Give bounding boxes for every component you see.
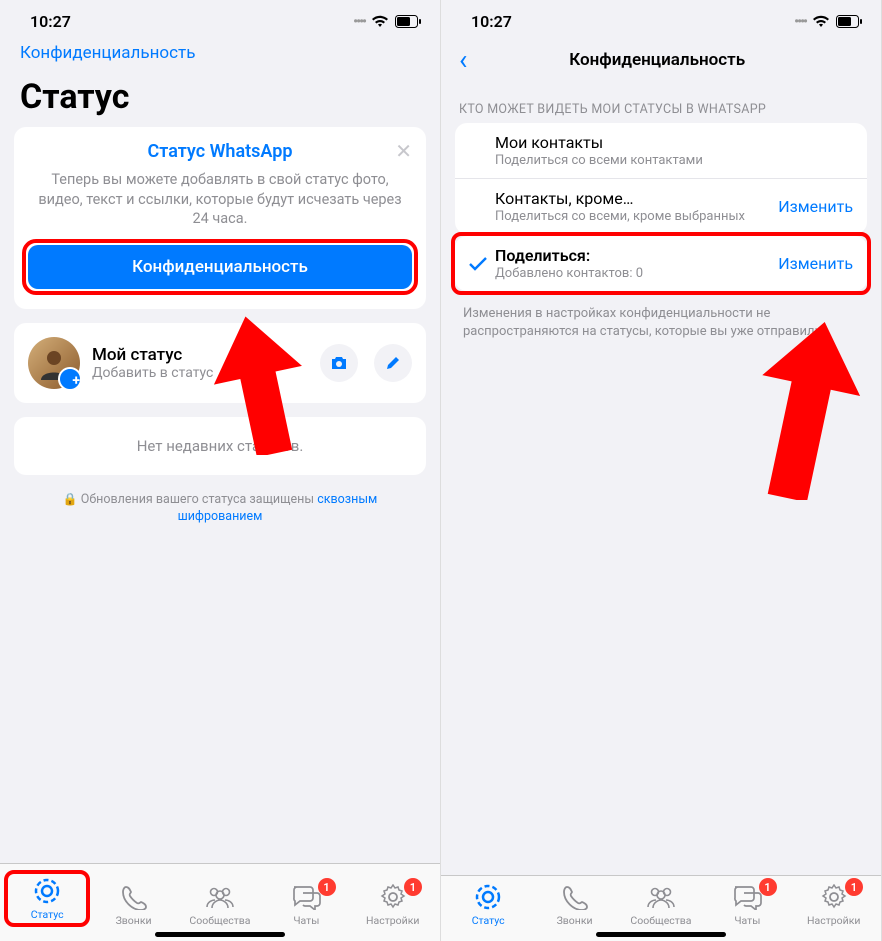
option-contacts-except[interactable]: Контакты, кроме… Поделиться со всеми, кр…: [455, 179, 867, 234]
option-subtitle: Поделиться со всеми контактами: [495, 153, 853, 168]
tab-label: Сообщества: [630, 914, 691, 927]
empty-statuses: Нет недавних статусов.: [14, 417, 426, 475]
promo-heading: Статус WhatsApp: [28, 141, 412, 162]
close-icon[interactable]: ✕: [395, 139, 412, 163]
camera-icon: [330, 355, 348, 371]
nav-title: Конфиденциальность: [445, 50, 869, 70]
edit-button[interactable]: [374, 344, 412, 382]
pencil-icon: [385, 355, 401, 371]
promo-card: ✕ Статус WhatsApp Теперь вы можете добав…: [14, 127, 426, 309]
phone-screen-privacy: 10:27 •••• ‹ Конфиденциальность КТО МОЖЕ…: [441, 0, 882, 941]
home-indicator: [596, 932, 726, 937]
communities-icon: [646, 882, 676, 912]
my-status-title: Мой статус: [92, 345, 213, 365]
highlight-annotation: Поделиться: Добавлено контактов: 0 Измен…: [451, 232, 871, 295]
lock-icon: 🔒: [63, 492, 78, 506]
tab-settings[interactable]: 1 Настройки: [791, 882, 877, 927]
option-my-contacts[interactable]: Мои контакты Поделиться со всеми контакт…: [455, 123, 867, 179]
tab-chats[interactable]: 1 Чаты: [704, 882, 790, 927]
privacy-info-footer: Изменения в настройках конфиденциальност…: [441, 295, 881, 350]
ellipsis-icon: ••••: [353, 14, 365, 30]
tab-chats[interactable]: 1 Чаты: [263, 882, 349, 927]
battery-icon: [395, 15, 422, 28]
my-status-card[interactable]: + Мой статус Добавить в статус: [14, 323, 426, 403]
battery-icon: [836, 15, 863, 28]
my-status-text: Мой статус Добавить в статус: [92, 345, 213, 381]
tab-communities[interactable]: Сообщества: [618, 882, 704, 927]
home-indicator: [155, 932, 285, 937]
my-status-subtitle: Добавить в статус: [92, 365, 213, 381]
change-button[interactable]: Изменить: [770, 197, 853, 216]
option-subtitle: Поделиться со всеми, кроме выбранных: [495, 209, 770, 224]
tab-status[interactable]: Статус: [445, 882, 531, 927]
tab-label: Звонки: [116, 914, 152, 927]
nav-header: ‹ Конфиденциальность: [441, 35, 881, 84]
highlight-annotation: Конфиденциальность: [22, 239, 418, 295]
status-indicators: ••••: [353, 14, 422, 30]
tab-label: Статус: [472, 914, 505, 927]
option-title: Поделиться:: [495, 246, 770, 265]
wifi-icon: [371, 15, 389, 28]
status-icon: [473, 882, 503, 912]
avatar[interactable]: +: [28, 337, 80, 389]
badge: 1: [404, 878, 422, 896]
checkmark-icon: [469, 257, 495, 271]
tab-label: Настройки: [807, 914, 860, 927]
section-header: КТО МОЖЕТ ВИДЕТЬ МОИ СТАТУСЫ В WHATSAPP: [441, 84, 881, 123]
tab-label: Чаты: [293, 914, 319, 927]
tab-calls[interactable]: Звонки: [90, 882, 176, 927]
tab-bar: Статус Звонки Сообщества 1 Чаты 1: [0, 863, 440, 941]
tab-calls[interactable]: Звонки: [531, 882, 617, 927]
privacy-button[interactable]: Конфиденциальность: [28, 245, 412, 289]
tab-label: Звонки: [557, 914, 593, 927]
option-title: Контакты, кроме…: [495, 189, 770, 208]
status-time: 10:27: [30, 12, 71, 31]
badge: 1: [318, 878, 336, 896]
option-title: Мои контакты: [495, 133, 853, 152]
tab-bar: Статус Звонки Сообщества 1 Чаты 1: [441, 875, 881, 941]
tab-communities[interactable]: Сообщества: [177, 882, 263, 927]
chats-icon: [291, 882, 321, 912]
privacy-options-list-highlighted: Поделиться: Добавлено контактов: 0 Измен…: [455, 236, 867, 291]
page-title: Статус: [0, 71, 440, 127]
encryption-text-pre: Обновления вашего статуса защищены: [81, 492, 317, 507]
tab-settings[interactable]: 1 Настройки: [350, 882, 436, 927]
privacy-options-list: Мои контакты Поделиться со всеми контакт…: [455, 123, 867, 234]
tab-label: Статус: [31, 908, 64, 921]
wifi-icon: [812, 15, 830, 28]
tab-label: Чаты: [734, 914, 760, 927]
status-indicators: ••••: [794, 14, 863, 30]
badge: 1: [845, 878, 863, 896]
status-bar: 10:27 ••••: [0, 0, 440, 35]
chats-icon: [732, 882, 762, 912]
phone-screen-status: 10:27 •••• Конфиденциальность Статус ✕ С…: [0, 0, 441, 941]
ellipsis-icon: ••••: [794, 14, 806, 30]
badge: 1: [759, 878, 777, 896]
option-share-with[interactable]: Поделиться: Добавлено контактов: 0 Измен…: [455, 236, 867, 291]
status-icon: [32, 876, 62, 906]
option-subtitle: Добавлено контактов: 0: [495, 266, 770, 281]
phone-icon: [560, 882, 590, 912]
nav-privacy-link[interactable]: Конфиденциальность: [0, 35, 440, 71]
communities-icon: [205, 882, 235, 912]
tab-label: Сообщества: [189, 914, 250, 927]
phone-icon: [119, 882, 149, 912]
camera-button[interactable]: [320, 344, 358, 382]
promo-description: Теперь вы можете добавлять в свой статус…: [28, 170, 412, 229]
tab-status[interactable]: Статус: [4, 870, 90, 927]
change-button[interactable]: Изменить: [770, 254, 853, 273]
plus-icon: +: [72, 373, 80, 389]
encryption-note: 🔒 Обновления вашего статуса защищены скв…: [14, 491, 426, 526]
tab-label: Настройки: [366, 914, 419, 927]
status-time: 10:27: [471, 12, 512, 31]
status-bar: 10:27 ••••: [441, 0, 881, 35]
